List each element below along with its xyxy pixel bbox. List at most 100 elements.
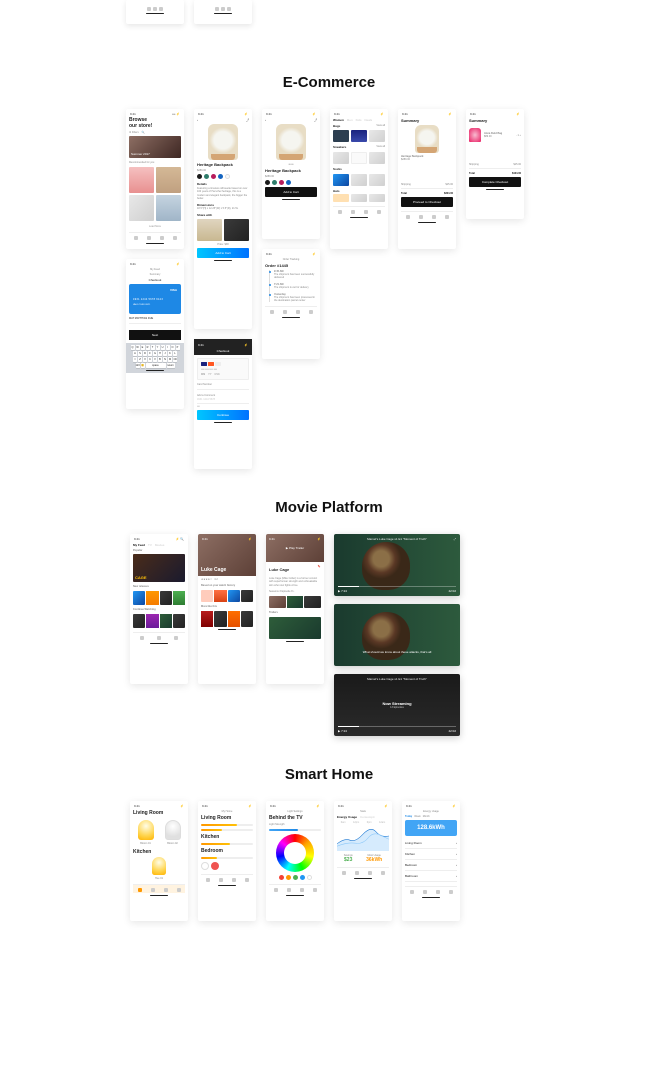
hero-banner[interactable]: Summer 2017	[129, 136, 181, 158]
movie-tile[interactable]	[160, 591, 172, 605]
screen-product-detail: 9:41⚡ ‹⤴ Heritage Backpack $289.00 Detai…	[194, 109, 252, 329]
continue-button[interactable]: Continue	[197, 410, 249, 420]
order-title: Order #1445	[265, 263, 317, 268]
proceed-checkout-button[interactable]: Proceed to Checkout	[401, 197, 453, 207]
screen-movie-feed: 9:41⚡ 🔍 My FeedTVMovies Popular CAGE New…	[130, 534, 188, 684]
bulb[interactable]	[152, 857, 166, 875]
screen-show-detail: 9:41⚡ Luke Cage ★★★★☆ 4.2 Based on your …	[198, 534, 256, 684]
episode-tile[interactable]	[287, 596, 304, 608]
movie-tile[interactable]	[133, 614, 145, 628]
product-tile[interactable]	[351, 174, 367, 186]
movie-tile[interactable]	[160, 614, 172, 628]
related-product[interactable]	[224, 219, 249, 241]
screen-order-tracking: 9:41⚡ Order Tracking Order #1445 9:45 AM…	[262, 249, 320, 359]
color-preset[interactable]	[307, 875, 312, 880]
product-image	[276, 124, 306, 160]
product-tile[interactable]	[333, 152, 349, 164]
bulb-toggle[interactable]	[201, 862, 209, 870]
complete-checkout-button[interactable]: Complete Checkout	[469, 177, 521, 187]
color-preset[interactable]	[293, 875, 298, 880]
keyboard-header: Next	[129, 330, 181, 340]
expand-icon[interactable]: ⤢	[454, 537, 456, 541]
color-swatches[interactable]	[197, 174, 249, 179]
qty-stepper[interactable]: - 1 +	[516, 134, 521, 137]
screen-energy-chart: 9:41⚡ Stats Energy UsageConsumpti 6am12p…	[334, 801, 392, 921]
product-tile[interactable]	[129, 167, 154, 193]
product-tile[interactable]	[351, 194, 367, 202]
movie-tile[interactable]	[214, 611, 226, 627]
keyboard[interactable]: QWERTYUIOP ASDFGHJKL ⇧ZXCVBNM⌫ 123😊space…	[126, 343, 184, 373]
movie-tile[interactable]	[241, 590, 253, 602]
screen-summary-1: 9:41⚡ Summary Heritage Backpack $289.00 …	[398, 109, 456, 249]
color-preset[interactable]	[279, 875, 284, 880]
screen-product-simple: 9:41⚡ ‹⤴ • • • Heritage Backpack $289.00…	[262, 109, 320, 239]
slider[interactable]	[201, 857, 253, 859]
related-product[interactable]	[197, 219, 222, 241]
color-preset[interactable]	[286, 875, 291, 880]
bookmark-icon[interactable]: 🔖	[318, 565, 321, 574]
usage-row[interactable]: Kitchen›	[405, 849, 457, 860]
movie-tile[interactable]	[201, 590, 213, 602]
featured-poster[interactable]: CAGE	[133, 554, 185, 582]
prev-card-2	[194, 0, 252, 24]
bulb[interactable]	[138, 820, 154, 840]
movie-tile[interactable]	[173, 614, 185, 628]
color-ring[interactable]	[276, 834, 314, 872]
play-icon[interactable]: ▶ 7:24	[338, 729, 347, 733]
screen-browse: 9:41••• ⚡ Browse our store! ⚙ Filters 🔍 …	[126, 109, 184, 249]
color-preset[interactable]	[300, 875, 305, 880]
video-player-1[interactable]: Marvel's Luke Cage s1 E1 "Moment of Trut…	[334, 534, 460, 596]
movie-tile[interactable]	[146, 591, 158, 605]
category-tabs[interactable]: WomenMenKidsDeals	[333, 118, 385, 122]
bulb-toggle[interactable]	[211, 862, 219, 870]
product-tile[interactable]	[369, 130, 385, 142]
movie-tile[interactable]	[214, 590, 226, 602]
usage-row[interactable]: Bathroom›	[405, 871, 457, 882]
share-icon[interactable]: ⤴	[246, 118, 249, 122]
back-icon[interactable]: ‹	[197, 118, 198, 122]
play-icon[interactable]: ▶ 7:24	[338, 589, 347, 593]
movie-tile[interactable]	[201, 611, 213, 627]
screen-categories: 9:41⚡ WomenMenKidsDeals BagsView all Sne…	[330, 109, 388, 249]
screen-rooms-bulbs: 9:41⚡ Living Room Bloom 01 Bloom 02 Kitc…	[130, 801, 188, 921]
episode-tile[interactable]	[269, 596, 286, 608]
movie-tile[interactable]	[146, 614, 158, 628]
product-tile[interactable]	[333, 174, 349, 186]
product-image	[208, 124, 238, 160]
screen-room-sliders: 9:41⚡ My Home Living Room Kitchen Bedroo…	[198, 801, 256, 921]
add-to-cart-button[interactable]: Add to Cart	[265, 187, 317, 197]
video-player-2[interactable]: What should we know about these attacks,…	[334, 604, 460, 666]
product-tile[interactable]	[333, 130, 349, 142]
movie-tile[interactable]	[228, 590, 240, 602]
product-tile[interactable]	[369, 152, 385, 164]
product-tile[interactable]	[156, 167, 181, 193]
slider[interactable]	[201, 843, 253, 845]
product-tile[interactable]	[369, 174, 385, 186]
bulb[interactable]	[165, 820, 181, 840]
movie-tile[interactable]	[228, 611, 240, 627]
video-player-3[interactable]: Marvel's Luke Cage s1 E1 "Moment of Trut…	[334, 674, 460, 736]
add-to-cart-button[interactable]: Add to Cart	[197, 248, 249, 258]
slider[interactable]	[201, 824, 253, 826]
movie-tile[interactable]	[173, 591, 185, 605]
usage-row[interactable]: Living Room›	[405, 838, 457, 849]
movie-tile[interactable]	[133, 591, 145, 605]
product-tile[interactable]	[369, 194, 385, 202]
usage-row[interactable]: Bedroom›	[405, 860, 457, 871]
tabbar[interactable]	[129, 232, 181, 241]
product-name: Heritage Backpack	[197, 162, 249, 167]
product-tile[interactable]	[351, 152, 367, 164]
episode-tile[interactable]	[304, 596, 321, 608]
credit-card[interactable]: VISA 4931 1244 5678 9123 VALID THRU 09/2…	[129, 284, 181, 314]
slider[interactable]	[201, 829, 253, 831]
trailer[interactable]	[269, 617, 321, 639]
usage-card: 128.6kWh	[405, 820, 457, 836]
product-tile[interactable]	[351, 130, 367, 142]
share-icon[interactable]: ⤴	[314, 118, 317, 122]
product-tile[interactable]	[333, 194, 349, 202]
brightness-slider[interactable]	[269, 829, 321, 831]
back-icon[interactable]: ‹	[265, 118, 266, 122]
product-tile[interactable]	[156, 195, 181, 221]
movie-tile[interactable]	[241, 611, 253, 627]
product-tile[interactable]	[129, 195, 154, 221]
